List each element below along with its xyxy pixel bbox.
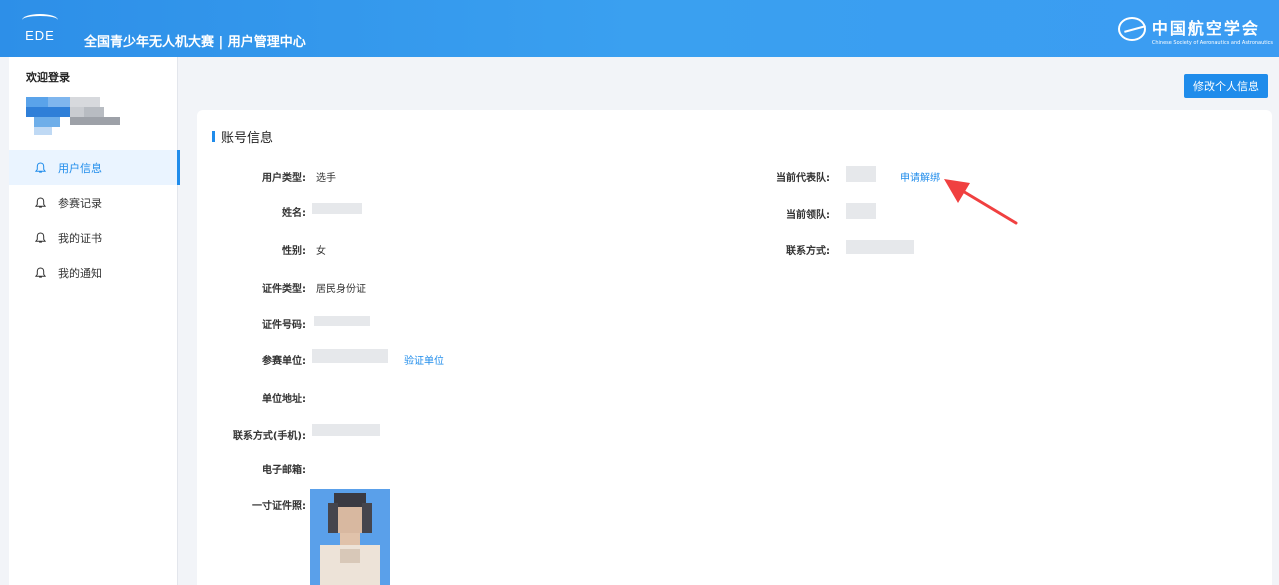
id-number-redacted	[314, 316, 370, 326]
unit-label: 参赛单位:	[262, 356, 306, 367]
unit-value-redacted	[312, 349, 388, 363]
edit-profile-button[interactable]: 修改个人信息	[1184, 74, 1268, 98]
leader-value-redacted	[846, 203, 876, 219]
welcome-text: 欢迎登录	[26, 71, 70, 84]
id-photo	[310, 489, 390, 585]
bell-icon	[35, 231, 46, 243]
user-type-label: 用户类型:	[262, 173, 306, 184]
user-type-value: 选手	[316, 173, 336, 184]
id-number-label: 证件号码:	[262, 320, 306, 331]
bell-icon	[35, 161, 46, 173]
plane-globe-icon	[1117, 17, 1146, 41]
verify-unit-link[interactable]: 验证单位	[404, 352, 444, 367]
sidebar-item-label: 参赛记录	[58, 196, 102, 210]
phone-value-redacted	[312, 424, 380, 436]
name-label: 姓名:	[282, 208, 306, 219]
section-title: 账号信息	[212, 127, 273, 146]
section-title-text: 账号信息	[221, 131, 274, 146]
org-name: 中国航空学会	[1151, 19, 1260, 38]
bell-icon	[35, 266, 46, 278]
avatar	[26, 97, 122, 137]
id-type-value: 居民身份证	[316, 284, 366, 295]
top-header: EDE 全国青少年无人机大赛 | 用户管理中心 中国航空学会 Chinese S…	[0, 0, 1279, 57]
org-subtitle: Chinese Society of Aeronautics and Astro…	[1151, 40, 1273, 46]
annotation-arrow-icon	[944, 179, 1018, 225]
sidebar-item-records[interactable]: 参赛记录	[9, 185, 178, 220]
sidebar-item-label: 我的通知	[58, 266, 102, 280]
id-type-label: 证件类型:	[262, 284, 306, 295]
email-label: 电子邮箱:	[262, 465, 306, 476]
ede-logo[interactable]: EDE	[20, 14, 60, 46]
contact-value-redacted	[846, 240, 914, 254]
phone-label: 联系方式(手机):	[232, 431, 306, 442]
sidebar-item-certificates[interactable]: 我的证书	[9, 220, 178, 255]
unbind-link[interactable]: 申请解绑	[900, 169, 940, 184]
team-value-redacted	[846, 166, 876, 182]
ede-logo-text: EDE	[25, 28, 55, 43]
section-marker	[212, 131, 215, 142]
leader-label: 当前领队:	[786, 210, 830, 221]
photo-label: 一寸证件照:	[252, 501, 306, 512]
unit-address-label: 单位地址:	[262, 394, 306, 405]
bell-icon	[35, 196, 46, 208]
team-label: 当前代表队:	[776, 173, 830, 184]
gender-label: 性别:	[282, 246, 306, 257]
wing-icon	[22, 14, 58, 26]
sidebar-item-label: 我的证书	[58, 231, 102, 245]
sidebar-item-user-info[interactable]: 用户信息	[9, 150, 180, 185]
sidebar-item-label: 用户信息	[58, 161, 102, 175]
gender-value: 女	[316, 246, 326, 257]
org-logo: 中国航空学会 Chinese Society of Aeronautics an…	[1117, 15, 1273, 47]
sidebar-menu: 用户信息 参赛记录 我的证书 我的通知	[9, 150, 180, 290]
sidebar-item-notifications[interactable]: 我的通知	[9, 255, 178, 290]
contact-label: 联系方式:	[786, 246, 830, 257]
app-title: 全国青少年无人机大赛 | 用户管理中心	[84, 35, 306, 50]
name-value-redacted	[312, 203, 362, 214]
